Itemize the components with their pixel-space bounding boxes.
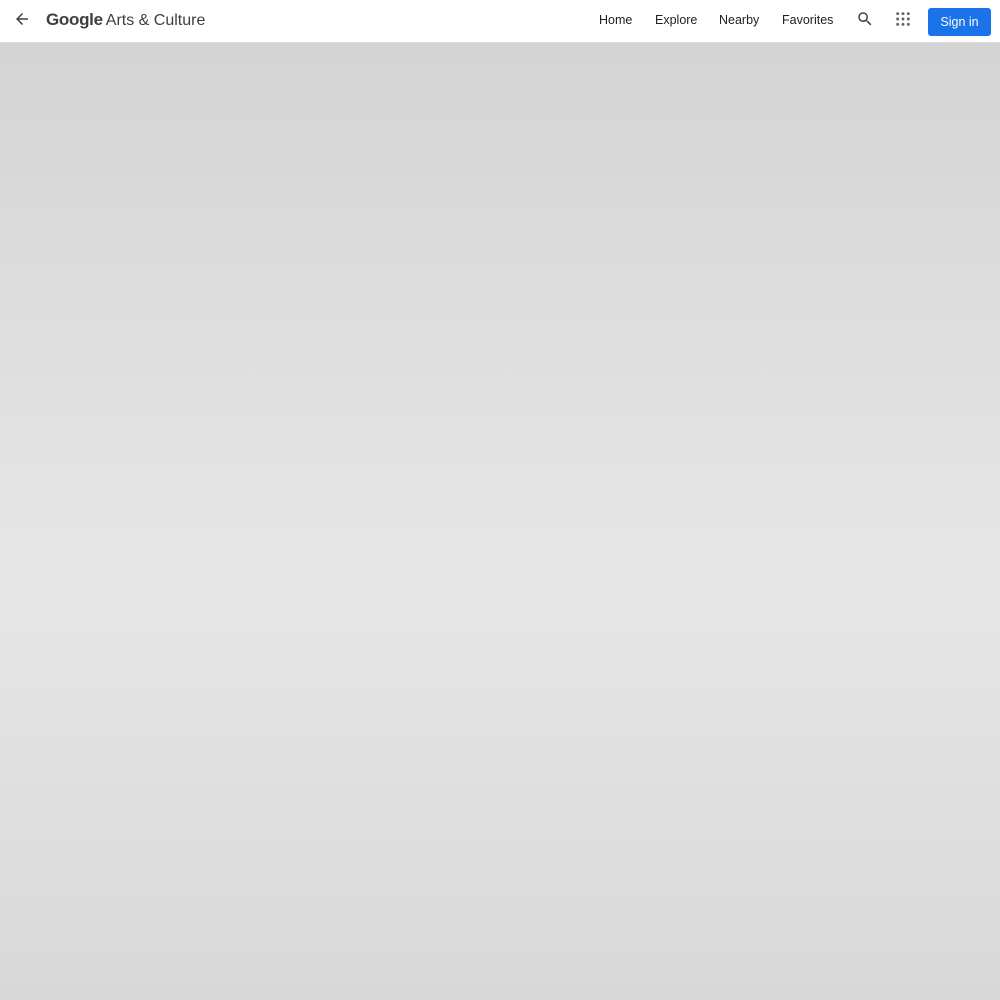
nav-nearby[interactable]: Nearby [719, 13, 759, 27]
content-loading-area [0, 43, 1000, 1000]
nav-favorites[interactable]: Favorites [782, 13, 833, 27]
apps-grid-icon [895, 11, 911, 32]
nav-home[interactable]: Home [599, 13, 632, 27]
arrow-back-icon [13, 10, 31, 33]
page: Google Arts & Culture Home Explore Nearb… [0, 0, 1000, 1000]
search-icon [856, 10, 874, 33]
nav-explore[interactable]: Explore [655, 13, 697, 27]
sign-in-button[interactable]: Sign in [928, 8, 991, 36]
logo-google-text: Google [46, 10, 103, 29]
google-arts-culture-logo[interactable]: Google Arts & Culture [46, 10, 205, 34]
search-button[interactable] [850, 6, 880, 36]
back-button[interactable] [6, 5, 38, 37]
logo-arts-culture-text: Arts & Culture [105, 12, 206, 29]
apps-button[interactable] [888, 6, 918, 36]
top-app-bar: Google Arts & Culture Home Explore Nearb… [0, 0, 1000, 43]
